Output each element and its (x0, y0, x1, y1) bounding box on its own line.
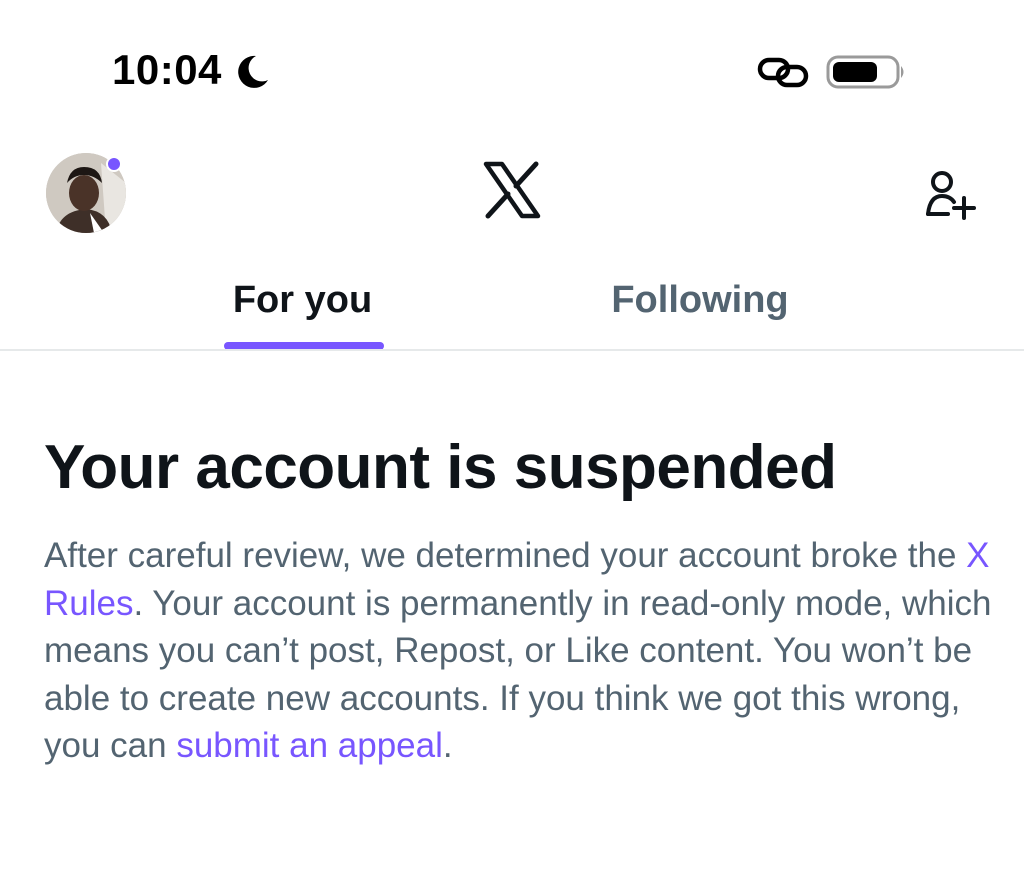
add-user-icon[interactable] (922, 166, 978, 222)
link-icon (757, 57, 809, 88)
screen: 10:04 For you Following Your account is … (0, 0, 1024, 890)
message-text: . (442, 726, 453, 765)
submit-appeal-link[interactable]: submit an appeal (176, 726, 443, 765)
tab-for-you[interactable]: For you (200, 276, 405, 324)
battery-icon (826, 55, 904, 89)
tab-divider (0, 349, 1024, 351)
x-logo-icon[interactable] (482, 160, 542, 220)
suspension-message: After careful review, we determined your… (44, 532, 994, 770)
suspension-title: Your account is suspended (44, 433, 837, 502)
tab-following[interactable]: Following (590, 276, 810, 324)
moon-icon (238, 55, 268, 88)
status-bar: 10:04 (0, 0, 1024, 130)
notification-dot (106, 156, 122, 172)
status-time: 10:04 (112, 46, 222, 93)
message-text: After careful review, we determined your… (44, 536, 967, 575)
